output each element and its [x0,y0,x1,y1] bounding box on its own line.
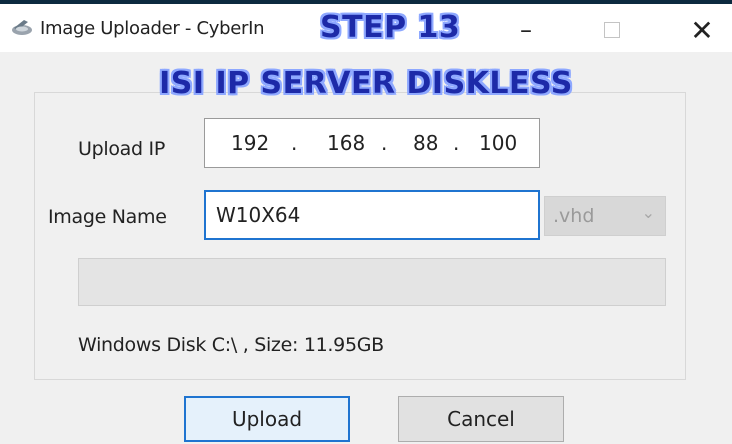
extension-selected: .vhd [553,205,595,227]
close-icon: ✕ [690,13,714,47]
minimize-button[interactable]: – [496,10,556,50]
cancel-button[interactable]: Cancel [398,396,564,442]
ip-octet-1[interactable]: 192 [231,131,269,155]
upload-ip-label: Upload IP [78,138,165,160]
maximize-icon [604,22,620,38]
upload-ip-field[interactable]: 192 . 168 . 88 . 100 [204,118,540,168]
close-button[interactable]: ✕ [672,10,732,50]
window-title: Image Uploader - CyberIn [40,18,265,39]
image-name-label: Image Name [48,206,167,228]
maximize-button[interactable] [582,10,642,50]
image-name-input[interactable] [204,190,540,240]
upload-progress-bar [78,258,666,306]
step-overlay-label: STEP 13 [320,10,461,45]
upload-button[interactable]: Upload [184,396,350,442]
ip-dot: . [291,131,298,155]
minimize-icon: – [520,16,532,44]
disk-status-text: Windows Disk C:\ , Size: 11.95GB [78,334,384,356]
ip-dot: . [381,131,388,155]
ip-octet-2[interactable]: 168 [327,131,365,155]
extension-select[interactable]: .vhd ⌄ [544,196,666,236]
ip-octet-4[interactable]: 100 [479,131,517,155]
image-uploader-window: Image Uploader - CyberIn STEP 13 – ✕ ISI… [0,0,732,444]
ip-dot: . [453,131,460,155]
ip-octet-3[interactable]: 88 [413,131,438,155]
instruction-banner: ISI IP SERVER DISKLESS [159,66,573,101]
app-icon [12,20,32,35]
title-bar: Image Uploader - CyberIn STEP 13 – ✕ [0,4,732,52]
chevron-down-icon: ⌄ [641,203,655,222]
